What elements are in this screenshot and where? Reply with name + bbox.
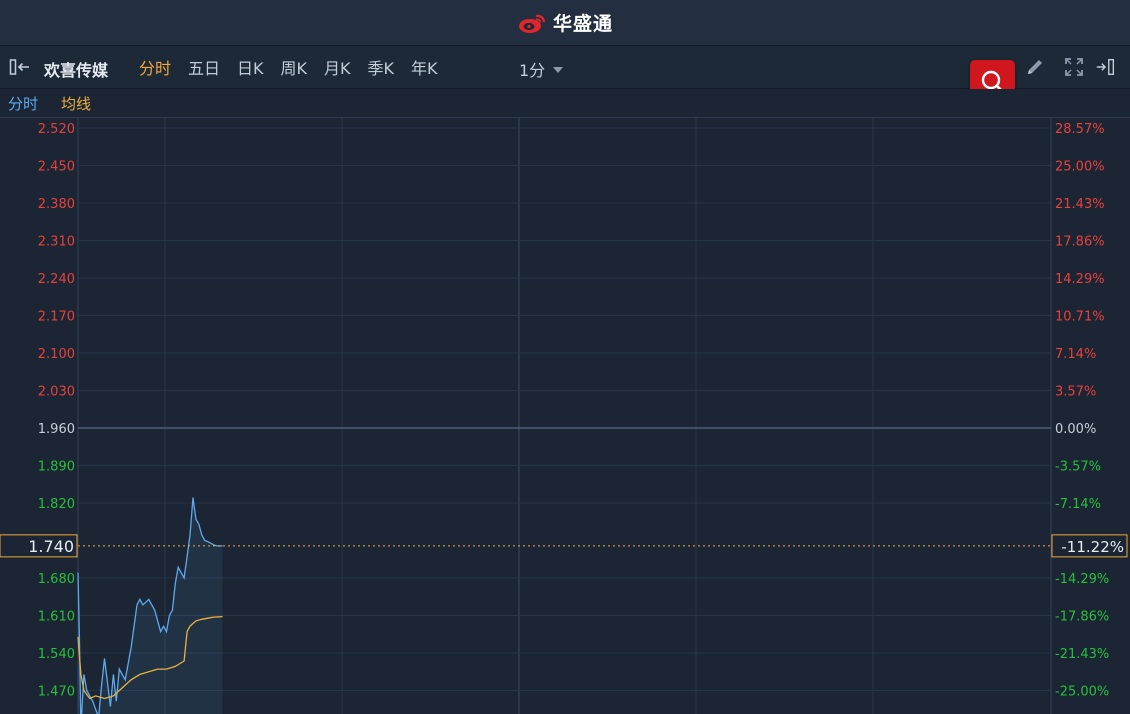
chart-toolbar: 欢喜传媒 分时 五日 日K 周K 月K 季K 年K 1分 (0, 46, 1130, 89)
tab-quarterly-k[interactable]: 季K (368, 55, 395, 79)
legend-intraday: 分时 (8, 95, 39, 113)
y-tick-label-right: 14.29% (1055, 272, 1105, 287)
y-tick-label-right: 7.14% (1055, 347, 1096, 362)
tab-monthly-k[interactable]: 月K (324, 55, 351, 79)
brand-name: 华盛通 (552, 13, 613, 35)
tab-five-day[interactable]: 五日 (188, 55, 220, 79)
y-tick-label-left: 1.470 (38, 685, 75, 700)
title-bar: 华盛通 (0, 0, 1130, 46)
y-tick-label-left: 2.170 (38, 310, 75, 325)
tab-daily-k[interactable]: 日K (237, 55, 264, 79)
fullscreen-icon[interactable] (1063, 56, 1085, 78)
y-tick-label-right: -25.00% (1055, 685, 1109, 700)
collapse-panel-icon[interactable] (1095, 56, 1117, 78)
y-tick-label-left: 1.610 (38, 610, 75, 625)
tab-intraday[interactable]: 分时 (139, 55, 171, 79)
collapse-sidebar-icon[interactable] (9, 58, 33, 76)
tab-weekly-k[interactable]: 周K (281, 55, 308, 79)
intraday-chart[interactable]: 2.520 2.450 2.380 2.310 2.240 2.170 2.100 2.030… (0, 118, 1130, 714)
y-tick-label-left: 1.820 (38, 497, 75, 512)
y-tick-label-right: 28.57% (1055, 122, 1105, 137)
brand: 华盛通 (517, 9, 613, 36)
y-tick-label-right: -7.14% (1055, 497, 1101, 512)
y-tick-label-left: 2.100 (38, 347, 75, 362)
y-tick-label-right: 17.86% (1055, 235, 1105, 250)
y-tick-label-left: 1.890 (38, 460, 75, 475)
right-percent-axis: 28.57% 25.00% 21.43% 17.86% 14.29% 10.71% 7.14… (1055, 122, 1109, 700)
y-tick-label-right: -17.86% (1055, 610, 1109, 625)
stock-name: 欢喜传媒 (44, 61, 109, 80)
y-tick-label-right: 3.57% (1055, 385, 1096, 400)
crosshair-change-label: -11.22% (1061, 538, 1124, 556)
y-tick-label-right: -21.43% (1055, 647, 1109, 662)
y-tick-label-left: 2.450 (38, 160, 75, 175)
pencil-icon[interactable] (1024, 56, 1046, 78)
chart-grid (77, 118, 1052, 714)
brand-logo-icon (518, 14, 546, 33)
y-tick-label-left: 2.310 (38, 235, 75, 250)
plot-area (78, 118, 1051, 714)
y-tick-label-right: -14.29% (1055, 572, 1109, 587)
interval-label: 1分 (519, 61, 546, 80)
y-tick-label-right: 0.00% (1055, 422, 1096, 437)
crosshair-price-label: 1.740 (28, 537, 74, 556)
y-tick-label-right: 10.71% (1055, 310, 1105, 325)
interval-dropdown[interactable]: 1分 (519, 57, 564, 81)
chevron-down-icon (553, 67, 564, 73)
y-tick-label-left: 1.960 (38, 422, 75, 437)
y-tick-label-right: 21.43% (1055, 197, 1105, 212)
y-tick-label-left: 2.240 (38, 272, 75, 287)
y-tick-label-left: 2.380 (38, 197, 75, 212)
y-tick-label-right: -3.57% (1055, 460, 1101, 475)
chart-legend: 分时 均线 (0, 89, 1130, 118)
y-tick-label-right: 25.00% (1055, 160, 1105, 175)
tab-yearly-k[interactable]: 年K (411, 55, 438, 79)
y-tick-label-left: 1.680 (38, 572, 75, 587)
y-tick-label-left: 1.540 (38, 647, 75, 662)
y-tick-label-left: 2.030 (38, 385, 75, 400)
y-tick-label-left: 2.520 (38, 122, 75, 137)
left-price-axis: 2.520 2.450 2.380 2.310 2.240 2.170 2.100 2.030… (38, 122, 75, 700)
legend-average: 均线 (61, 95, 92, 113)
period-tabs: 分时 五日 日K 周K 月K 季K 年K (139, 46, 455, 88)
